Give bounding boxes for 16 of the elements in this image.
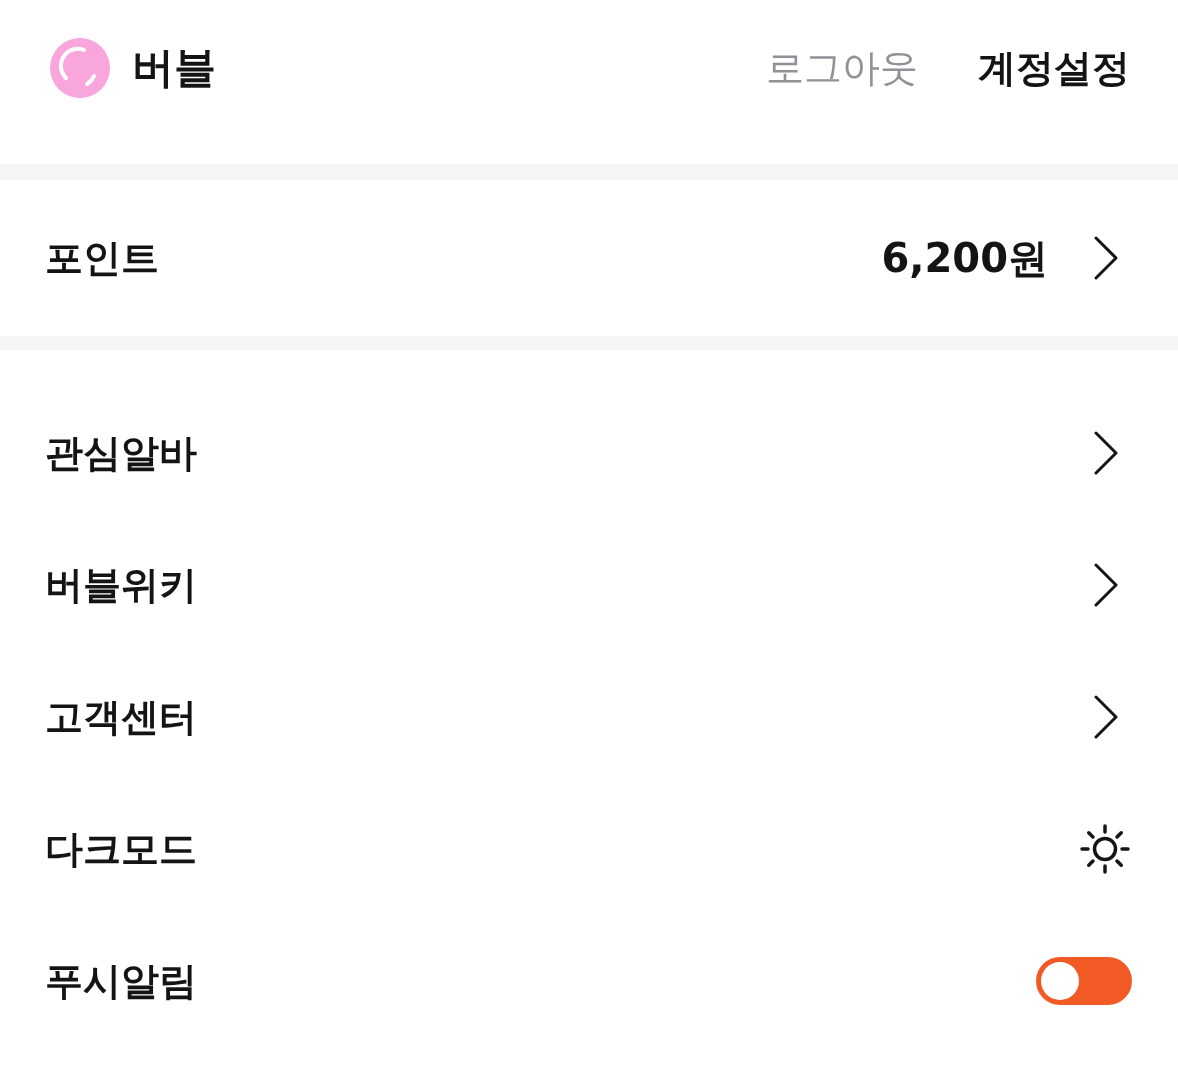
menu-item-label[interactable]: 버블위키 bbox=[45, 559, 197, 611]
sun-icon[interactable] bbox=[1080, 824, 1130, 874]
chevron-right-icon[interactable] bbox=[1094, 695, 1118, 739]
points-value: 6,200원 bbox=[881, 233, 1048, 283]
push-toggle-switch[interactable] bbox=[1036, 957, 1132, 1005]
menu-item-label[interactable]: 푸시알림 bbox=[45, 955, 197, 1007]
points-label: 포인트 bbox=[45, 234, 159, 282]
bubble-logo-icon bbox=[50, 38, 110, 98]
chevron-right-icon[interactable] bbox=[1094, 431, 1118, 475]
menu-item-label[interactable]: 고객센터 bbox=[45, 691, 197, 743]
brand-name: 버블 bbox=[132, 42, 216, 94]
chevron-right-icon[interactable] bbox=[1094, 563, 1118, 607]
menu-item-label[interactable]: 관심알바 bbox=[45, 427, 197, 479]
menu-item-label[interactable]: 다크모드 bbox=[45, 823, 197, 875]
account-settings-link[interactable]: 계정설정 bbox=[978, 42, 1130, 94]
chevron-right-icon[interactable] bbox=[1094, 236, 1118, 280]
